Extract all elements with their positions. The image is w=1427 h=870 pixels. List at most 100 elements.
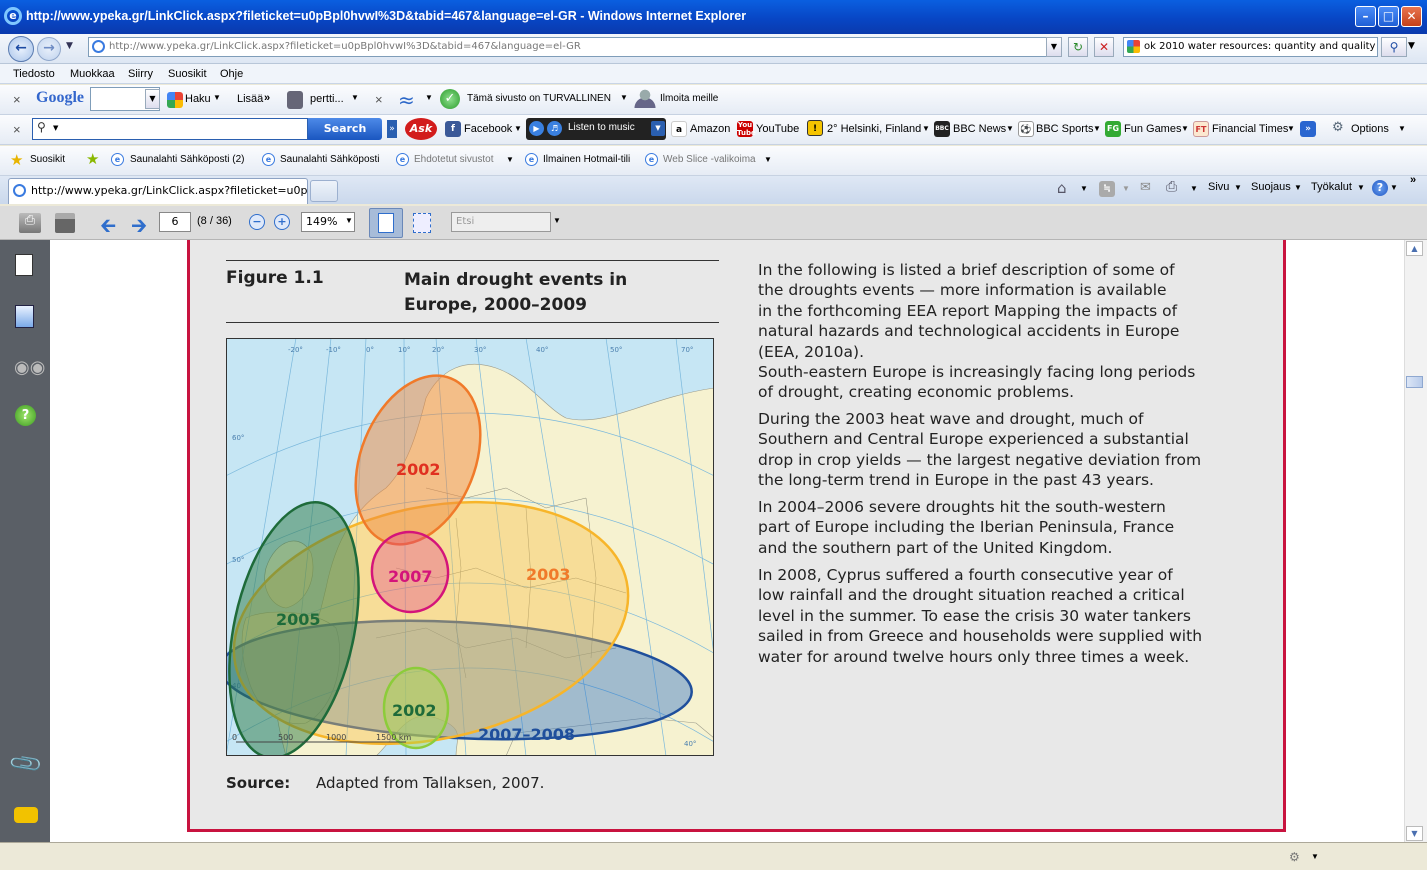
tools-menu-button[interactable]: Työkalut xyxy=(1311,181,1352,193)
more-chevron-icon[interactable]: » xyxy=(1300,121,1316,137)
bbc-news-dropdown-icon[interactable]: ▼ xyxy=(1006,124,1014,133)
pdf-zoom-in-icon[interactable]: + xyxy=(274,214,290,230)
fun-games-button[interactable]: Fun Games xyxy=(1124,123,1181,135)
help-dropdown-icon[interactable]: ▼ xyxy=(1390,183,1398,192)
home-dropdown-icon[interactable]: ▼ xyxy=(1080,184,1088,193)
page-dropdown-icon[interactable]: ▼ xyxy=(1234,183,1242,192)
listen-to-music-button[interactable]: Listen to music xyxy=(568,122,635,133)
fav-saunalahti[interactable]: Saunalahti Sähköposti xyxy=(280,154,380,165)
fav-web-slice[interactable]: Web Slice -valikoima xyxy=(663,154,756,165)
ask-search-button[interactable]: Search xyxy=(308,118,382,140)
close-toolbar-icon[interactable]: × xyxy=(375,92,383,107)
zone-dropdown-icon[interactable]: ▼ xyxy=(1311,852,1319,861)
play-icon[interactable]: ▶ xyxy=(529,121,544,136)
pdf-find-input[interactable]: Etsi xyxy=(451,212,551,232)
more-chevron-icon[interactable]: » xyxy=(264,92,270,104)
google-search-dropdown-icon[interactable]: ▼ xyxy=(145,89,160,109)
bookmarks-icon[interactable] xyxy=(15,305,34,328)
volume-icon[interactable]: ♬ xyxy=(547,121,562,136)
web-slice-dropdown-icon[interactable]: ▼ xyxy=(764,155,772,164)
help-icon[interactable]: ? xyxy=(15,405,36,426)
options-button[interactable]: Options xyxy=(1351,123,1389,135)
pdf-print-icon[interactable]: ⎙ xyxy=(19,213,41,233)
security-zone-icon[interactable]: ⚙ xyxy=(1289,850,1300,864)
facebook-button[interactable]: Facebook xyxy=(464,123,512,135)
options-dropdown-icon[interactable]: ▼ xyxy=(1398,124,1406,133)
search-input[interactable]: ok 2010 water resources: quantity and qu… xyxy=(1123,37,1378,57)
pdf-zoom-out-icon[interactable]: − xyxy=(249,214,265,230)
menu-help[interactable]: Ohje xyxy=(220,68,243,80)
financial-times-dropdown-icon[interactable]: ▼ xyxy=(1287,124,1295,133)
menu-go[interactable]: Siirry xyxy=(128,68,153,80)
fun-games-dropdown-icon[interactable]: ▼ xyxy=(1181,124,1189,133)
page-menu-button[interactable]: Sivu xyxy=(1208,181,1229,193)
comments-icon[interactable] xyxy=(14,807,38,823)
favorites-button[interactable]: Suosikit xyxy=(30,154,65,165)
print-dropdown-icon[interactable]: ▼ xyxy=(1190,184,1198,193)
fav-hotmail[interactable]: Ilmainen Hotmail-tili xyxy=(543,154,630,165)
pages-panel-icon[interactable] xyxy=(15,254,33,276)
pdf-page-input[interactable]: 6 xyxy=(159,212,191,232)
print-icon[interactable]: ⎙ xyxy=(1166,179,1177,195)
search-icon[interactable]: ⚲ xyxy=(1381,37,1407,57)
back-icon[interactable]: ← xyxy=(8,36,34,62)
tab-current[interactable]: http://www.ypeka.gr/LinkClick.aspx?filet… xyxy=(8,178,308,204)
feeds-icon[interactable]: ≒ xyxy=(1099,181,1115,197)
pdf-fit-page-icon[interactable] xyxy=(413,213,431,233)
ask-search-dropdown-icon[interactable]: ▼ xyxy=(53,124,58,132)
wot-icon[interactable]: ≈ xyxy=(398,88,415,112)
help-icon[interactable]: ? xyxy=(1372,180,1388,196)
scroll-up-icon[interactable]: ▲ xyxy=(1406,241,1423,256)
close-toolbar-icon[interactable]: × xyxy=(13,92,21,107)
close-button[interactable]: ✕ xyxy=(1401,6,1422,27)
more-chevron-icon[interactable]: » xyxy=(1410,174,1416,186)
bbc-sports-dropdown-icon[interactable]: ▼ xyxy=(1093,124,1101,133)
music-dropdown-icon[interactable]: ▼ xyxy=(651,121,665,136)
ask-search-input[interactable] xyxy=(32,118,308,140)
forward-icon[interactable]: → xyxy=(37,37,61,61)
safety-dropdown-icon[interactable]: ▼ xyxy=(1294,183,1302,192)
stop-icon[interactable]: ✕ xyxy=(1094,37,1114,57)
scroll-down-icon[interactable]: ▼ xyxy=(1406,826,1423,841)
ask-search-arrow-icon[interactable]: » xyxy=(387,120,397,138)
refresh-icon[interactable]: ↻ xyxy=(1068,37,1088,57)
weather-button[interactable]: 2° Helsinki, Finland xyxy=(827,123,921,135)
bbc-sports-button[interactable]: BBC Sports xyxy=(1036,123,1093,135)
bbc-news-button[interactable]: BBC News xyxy=(953,123,1006,135)
tools-dropdown-icon[interactable]: ▼ xyxy=(1357,183,1365,192)
haku-dropdown-icon[interactable]: ▼ xyxy=(213,93,221,102)
add-favorite-icon[interactable]: ★ xyxy=(86,150,99,168)
history-dropdown-icon[interactable]: ▼ xyxy=(66,41,73,51)
mail-icon[interactable]: ✉ xyxy=(1140,180,1151,195)
safety-menu-button[interactable]: Suojaus xyxy=(1251,181,1291,193)
user-dropdown-icon[interactable]: ▼ xyxy=(351,93,359,102)
scroll-thumb[interactable] xyxy=(1406,376,1423,388)
ask-logo-icon[interactable]: Ask xyxy=(405,118,437,140)
facebook-dropdown-icon[interactable]: ▼ xyxy=(514,124,522,133)
financial-times-button[interactable]: Financial Times xyxy=(1212,123,1288,135)
address-dropdown-icon[interactable]: ▼ xyxy=(1046,37,1062,57)
new-tab-button[interactable] xyxy=(310,180,338,202)
menu-file[interactable]: Tiedosto xyxy=(13,68,55,80)
report-button[interactable]: Ilmoita meille xyxy=(660,93,718,104)
menu-edit[interactable]: Muokkaa xyxy=(70,68,115,80)
youtube-button[interactable]: YouTube xyxy=(756,123,799,135)
maximize-button[interactable]: □ xyxy=(1378,6,1399,27)
weather-dropdown-icon[interactable]: ▼ xyxy=(922,124,930,133)
close-toolbar-icon[interactable]: × xyxy=(13,122,21,137)
haku-button[interactable]: Haku xyxy=(185,93,211,105)
fav-suggested-sites[interactable]: Ehdotetut sivustot xyxy=(414,154,494,165)
amazon-button[interactable]: Amazon xyxy=(690,123,730,135)
pdf-find-dropdown-icon[interactable]: ▼ xyxy=(553,216,561,225)
address-bar[interactable]: http://www.ypeka.gr/LinkClick.aspx?filet… xyxy=(88,37,1062,57)
binoculars-icon[interactable]: ◉◉ xyxy=(14,357,45,378)
pdf-zoom-dropdown-icon[interactable]: ▼ xyxy=(345,216,353,225)
menu-favorites[interactable]: Suosikit xyxy=(168,68,207,80)
home-icon[interactable]: ⌂ xyxy=(1057,179,1067,197)
feeds-dropdown-icon[interactable]: ▼ xyxy=(1122,184,1130,193)
search-dropdown-icon[interactable]: ▼ xyxy=(1408,41,1415,51)
fav-saunalahti-2[interactable]: Saunalahti Sähköposti (2) xyxy=(130,154,245,165)
site-safety-status[interactable]: Tämä sivusto on TURVALLINEN xyxy=(467,93,611,104)
lisaa-button[interactable]: Lisää xyxy=(237,93,263,105)
minimize-button[interactable]: – xyxy=(1355,6,1376,27)
